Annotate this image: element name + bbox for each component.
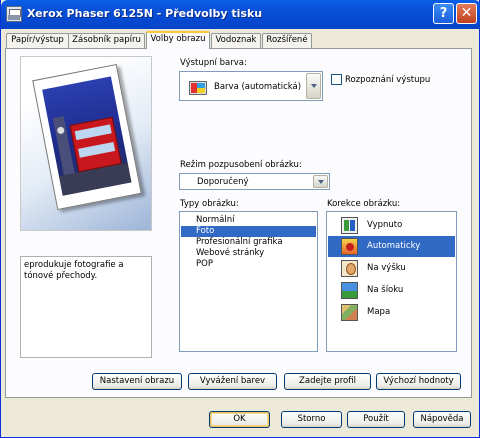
help-title-button[interactable]: ? bbox=[433, 3, 454, 24]
image-settings-button[interactable]: Nastavení obrazu bbox=[92, 373, 182, 390]
output-color-value: Barva (automatická) bbox=[214, 82, 302, 92]
output-detection-checkbox[interactable] bbox=[331, 74, 342, 85]
adjustment-mode-label: Režim pozpusobení obrázku: bbox=[180, 160, 302, 170]
apply-button[interactable]: Použít bbox=[347, 411, 405, 428]
output-color-select[interactable]: Barva (automatická) bbox=[179, 71, 323, 101]
list-item[interactable]: Foto bbox=[181, 226, 316, 237]
image-correction-list[interactable]: Vypnuto Automaticky Na výšku Na šíoku Ma… bbox=[326, 211, 457, 352]
image-types-list[interactable]: Normální Foto Profesionální grafika Webo… bbox=[179, 211, 318, 352]
enter-profile-button[interactable]: Zadejte profil bbox=[284, 373, 371, 390]
correction-item-auto[interactable]: Automaticky bbox=[328, 236, 455, 257]
ok-button[interactable]: OK bbox=[209, 411, 270, 428]
output-color-label: Výstupní barva: bbox=[180, 58, 247, 68]
chevron-down-icon[interactable] bbox=[313, 175, 328, 188]
tab-image-options[interactable]: Volby obrazu bbox=[146, 31, 210, 49]
defaults-button[interactable]: Výchozí hodnoty bbox=[376, 373, 461, 390]
correction-item-landscape[interactable]: Na šíoku bbox=[328, 280, 455, 301]
title-bar[interactable]: Xerox Phaser 6125N - Předvolby tisku ? ✕ bbox=[1, 0, 480, 29]
color-printing-icon bbox=[189, 81, 207, 95]
image-types-label: Typy obrázku: bbox=[180, 199, 239, 209]
window-title: Xerox Phaser 6125N - Předvolby tisku bbox=[27, 7, 263, 20]
print-preferences-dialog: Xerox Phaser 6125N - Předvolby tisku ? ✕… bbox=[0, 0, 480, 438]
landscape-icon bbox=[341, 282, 358, 299]
color-balance-button[interactable]: Vyvážení barev bbox=[188, 373, 277, 390]
correction-off-icon bbox=[341, 217, 358, 234]
adjustment-mode-select[interactable]: Doporučený bbox=[179, 173, 330, 190]
adjustment-mode-value: Doporučený bbox=[197, 177, 249, 187]
list-item[interactable]: POP bbox=[181, 259, 316, 270]
output-detection-label: Rozpoznání výstupu bbox=[345, 75, 431, 85]
preview-description: eprodukuje fotografie a tónové přechody. bbox=[20, 256, 152, 358]
correction-item-off[interactable]: Vypnuto bbox=[328, 215, 455, 236]
chevron-down-icon[interactable] bbox=[306, 73, 321, 99]
tab-watermark[interactable]: Vodoznak bbox=[211, 33, 261, 48]
cancel-button[interactable]: Storno bbox=[281, 411, 342, 428]
london-bus-photo bbox=[42, 76, 132, 196]
list-item[interactable]: Normální bbox=[181, 215, 316, 226]
tab-advanced[interactable]: Rozšířené bbox=[262, 33, 312, 48]
list-item[interactable]: Webové stránky bbox=[181, 248, 316, 259]
portrait-icon bbox=[341, 260, 358, 277]
close-button[interactable]: ✕ bbox=[456, 3, 477, 24]
print-preview bbox=[20, 56, 152, 231]
tab-paper-output[interactable]: Papír/výstup bbox=[6, 33, 69, 48]
correction-item-map[interactable]: Mapa bbox=[328, 302, 455, 323]
correction-item-portrait[interactable]: Na výšku bbox=[328, 258, 455, 279]
map-icon bbox=[341, 304, 358, 321]
tab-paper-tray[interactable]: Zásobník papíru bbox=[68, 33, 145, 48]
image-correction-label: Korekce obrázku: bbox=[327, 199, 401, 209]
help-button[interactable]: Nápověda bbox=[413, 411, 471, 428]
list-item[interactable]: Profesionální grafika bbox=[181, 237, 316, 248]
printer-icon bbox=[6, 6, 22, 22]
correction-auto-icon bbox=[341, 238, 358, 255]
